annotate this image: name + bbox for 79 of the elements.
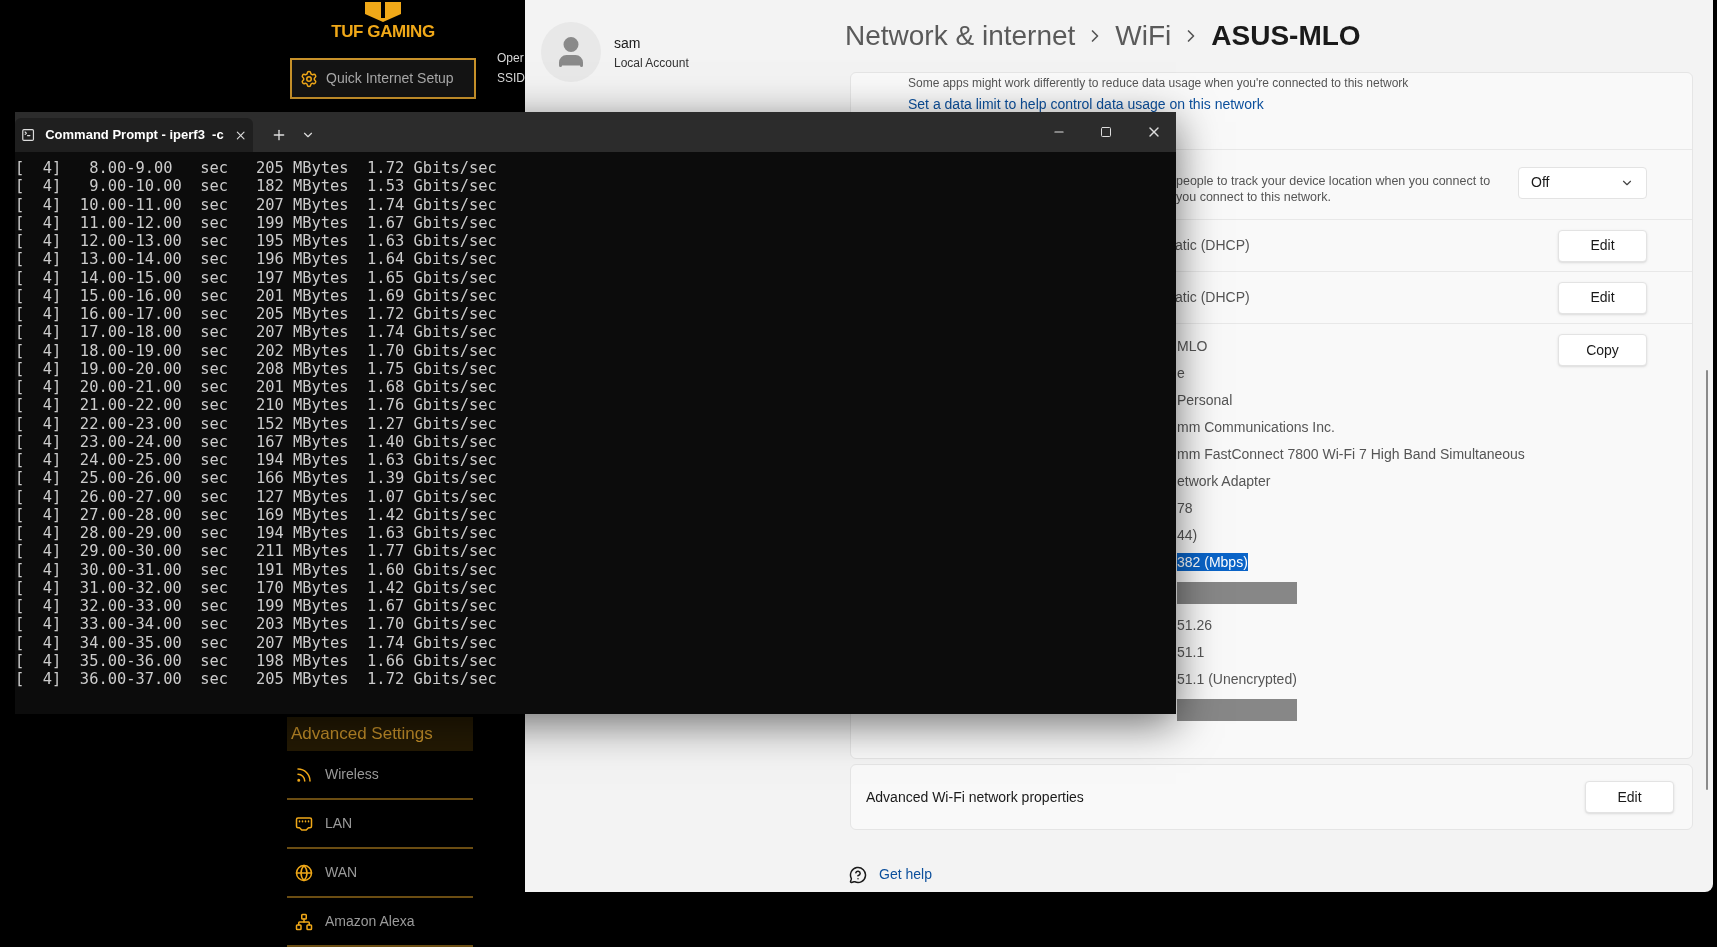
property-value: mm Communications Inc. [1177, 417, 1335, 436]
terminal-line: [ 4] 16.00-17.00 sec 205 MBytes 1.72 Gbits/sec [15, 305, 498, 324]
status-label: SSID [497, 70, 525, 87]
terminal-line: [ 4] 21.00-22.00 sec 210 MBytes 1.76 Gbits/sec [15, 396, 498, 415]
network-icon [295, 912, 313, 931]
menu-item[interactable]: WAN [287, 849, 473, 896]
property-value: MLO [1177, 336, 1208, 355]
terminal-line: [ 4] 28.00-29.00 sec 194 MBytes 1.63 Gbits/sec [15, 524, 498, 543]
terminal-line: [ 4] 36.00-37.00 sec 205 MBytes 1.72 Gbits/sec [15, 670, 498, 689]
terminal-line: [ 4] 23.00-24.00 sec 167 MBytes 1.40 Gbits/sec [15, 432, 498, 451]
terminal-line: [ 4] 18.00-19.00 sec 202 MBytes 1.70 Gbits/sec [15, 341, 498, 360]
property-value: 78 [1177, 498, 1193, 517]
menu-item[interactable]: Amazon Alexa [287, 898, 473, 945]
terminal-line: [ 4] 29.00-30.00 sec 211 MBytes 1.77 Gbits/sec [15, 542, 498, 561]
property-value: Personal [1177, 390, 1233, 409]
status-label: Oper [497, 50, 525, 67]
terminal-line: [ 4] 25.00-26.00 sec 166 MBytes 1.39 Gbits/sec [15, 469, 498, 488]
terminal-line: [ 4] 19.00-20.00 sec 208 MBytes 1.75 Gbits/sec [15, 359, 498, 378]
user-name: sam [614, 33, 642, 53]
property-value: 44) [1177, 525, 1198, 544]
terminal-line: [ 4] 31.00-32.00 sec 170 MBytes 1.42 Gbits/sec [15, 578, 498, 597]
edit-button[interactable]: Edit [1558, 281, 1647, 314]
ethernet-port-icon [295, 814, 313, 833]
section-header: Advanced Settings [287, 717, 473, 751]
new-tab-icon[interactable] [271, 127, 287, 143]
terminal-line: [ 4] 11.00-12.00 sec 199 MBytes 1.67 Gbits/sec [15, 213, 498, 232]
quick-setup-button[interactable]: Quick Internet Setup [290, 58, 476, 99]
setting-value: atic (DHCP) [1175, 236, 1251, 255]
terminal-icon [21, 127, 36, 143]
breadcrumb-item[interactable]: Network & internet [845, 19, 1076, 53]
menu-item[interactable]: LAN [287, 800, 473, 847]
rss-icon [295, 765, 313, 784]
terminal-line: [ 4] 13.00-14.00 sec 196 MBytes 1.64 Gbits/sec [15, 250, 498, 269]
logo-text: TUF GAMING [331, 22, 435, 42]
terminal-line: [ 4] 9.00-10.00 sec 182 MBytes 1.53 Gbits/sec [15, 177, 498, 196]
location-description: people to track your device location when you connect to [1176, 172, 1492, 189]
get-help-link[interactable]: Get help [879, 864, 932, 885]
terminal-line: [ 4] 34.00-35.00 sec 207 MBytes 1.74 Gbits/sec [15, 633, 498, 652]
terminal-line: [ 4] 15.00-16.00 sec 201 MBytes 1.69 Gbits/sec [15, 286, 498, 305]
property-value: 51.1 [1177, 642, 1205, 661]
property-value: mm FastConnect 7800 Wi-Fi 7 High Band Simultaneous [1177, 444, 1525, 463]
metered-note: Some apps might work differently to reduce data usage when you're connected to this network [908, 75, 1410, 91]
advanced-properties-label: Advanced Wi-Fi network properties [866, 787, 1085, 807]
property-value: 51.26 [1177, 615, 1213, 634]
help-icon [849, 865, 867, 884]
terminal-line: [ 4] 10.00-11.00 sec 207 MBytes 1.74 Gbits/sec [15, 195, 498, 214]
location-description: you connect to this network. [1176, 188, 1332, 205]
terminal-line: [ 4] 27.00-28.00 sec 169 MBytes 1.42 Gbits/sec [15, 505, 498, 524]
edit-button[interactable]: Edit [1585, 781, 1674, 813]
menu-item[interactable]: Wireless [287, 751, 473, 798]
terminal-line: [ 4] 22.00-23.00 sec 152 MBytes 1.27 Gbits/sec [15, 414, 498, 433]
terminal-line: [ 4] 30.00-31.00 sec 191 MBytes 1.60 Gbits/sec [15, 560, 498, 579]
breadcrumb-item[interactable]: WiFi [1115, 19, 1172, 53]
globe-icon [295, 863, 313, 882]
property-value: etwork Adapter [1177, 471, 1271, 490]
terminal-line: [ 4] 20.00-21.00 sec 201 MBytes 1.68 Gbits/sec [15, 378, 498, 397]
edit-button[interactable]: Edit [1558, 229, 1647, 262]
selected-text: 382 (Mbps) [1177, 552, 1248, 571]
terminal-line: [ 4] 14.00-15.00 sec 197 MBytes 1.65 Gbits/sec [15, 268, 498, 287]
gear-icon [300, 69, 318, 88]
maximize-icon[interactable] [1100, 126, 1112, 138]
terminal-line: [ 4] 32.00-33.00 sec 199 MBytes 1.67 Gbits/sec [15, 597, 498, 616]
terminal-line: [ 4] 26.00-27.00 sec 127 MBytes 1.07 Gbits/sec [15, 487, 498, 506]
copy-button[interactable]: Copy [1558, 334, 1647, 366]
terminal-line: [ 4] 12.00-13.00 sec 195 MBytes 1.63 Gbits/sec [15, 232, 498, 251]
data-limit-link[interactable]: Set a data limit to help control data usage on this network [908, 95, 1692, 113]
terminal-line: [ 4] 8.00-9.00 sec 205 MBytes 1.72 Gbits/sec [15, 159, 498, 178]
terminal-line: [ 4] 35.00-36.00 sec 198 MBytes 1.66 Gbits/sec [15, 651, 498, 670]
terminal-line: [ 4] 33.00-34.00 sec 203 MBytes 1.70 Gbits/sec [15, 615, 498, 634]
location-dropdown[interactable]: Off [1518, 166, 1647, 199]
setting-value: atic (DHCP) [1175, 288, 1251, 307]
breadcrumb-item: ASUS-MLO [1211, 19, 1361, 53]
scrollbar[interactable] [1706, 370, 1708, 790]
terminal-line: [ 4] 24.00-25.00 sec 194 MBytes 1.63 Gbits/sec [15, 451, 498, 470]
account-type: Local Account [614, 54, 689, 72]
property-value: e [1177, 363, 1185, 382]
terminal-tab[interactable]: Command Prompt - iperf3 -c [15, 118, 253, 152]
terminal-line: [ 4] 17.00-18.00 sec 207 MBytes 1.74 Gbits/sec [15, 323, 498, 342]
property-value: 51.1 (Unencrypted) [1177, 669, 1297, 688]
